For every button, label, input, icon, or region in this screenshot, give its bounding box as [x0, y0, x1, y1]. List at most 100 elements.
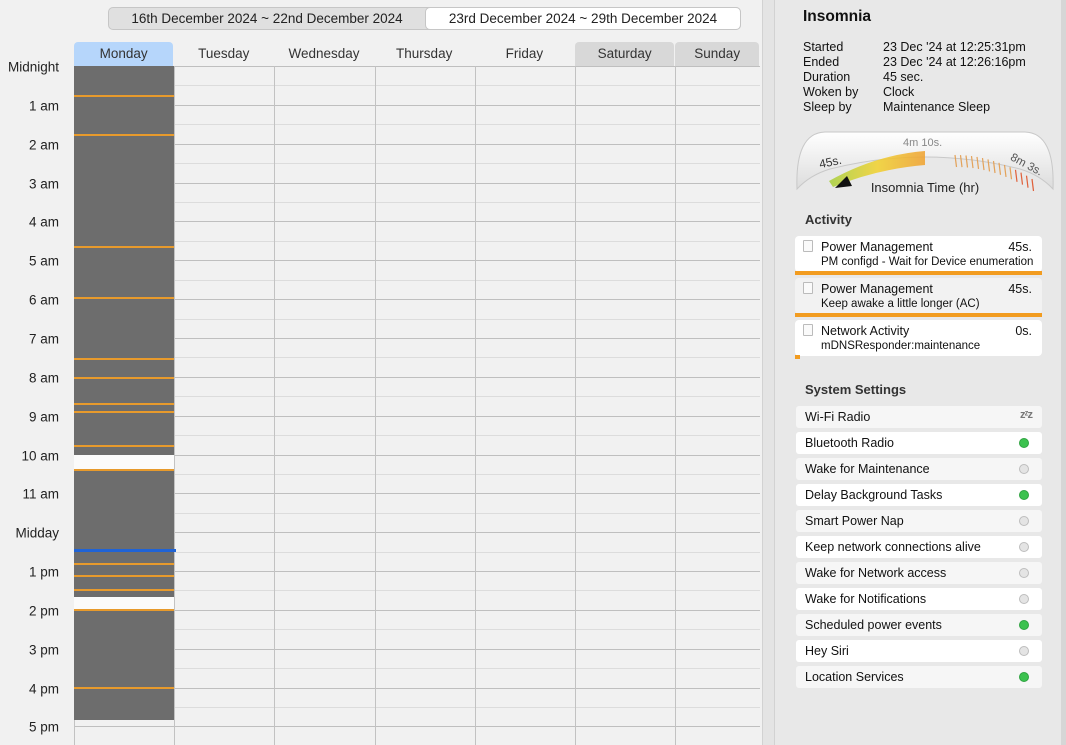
document-icon	[803, 282, 813, 294]
week-calendar: 16th December 2024 ~ 22nd December 2024 …	[0, 0, 762, 745]
setting-label: Wake for Network access	[805, 566, 947, 580]
status-on-icon	[1019, 672, 1029, 682]
wake-event-marker[interactable]	[74, 402, 174, 405]
setting-wake-for-maintenance: Wake for Maintenance	[796, 458, 1042, 480]
split-view-divider[interactable]	[762, 0, 775, 745]
hour-label: 1 pm	[28, 564, 59, 580]
hour-gridline	[74, 415, 760, 417]
day-header-sunday[interactable]: Sunday	[675, 42, 760, 66]
detail-row-duration: Duration 45 sec.	[803, 70, 923, 84]
wake-event-marker[interactable]	[74, 377, 174, 380]
wake-event-marker[interactable]	[74, 687, 174, 690]
status-off-icon	[1019, 646, 1029, 656]
hour-gridline	[74, 493, 760, 495]
week-grid[interactable]	[74, 66, 760, 745]
current-event-indicator[interactable]	[74, 549, 176, 553]
activity-duration: 0s.	[1015, 324, 1032, 338]
awake-period[interactable]	[74, 720, 174, 745]
day-header-thursday[interactable]: Thursday	[375, 42, 474, 66]
hour-gridline	[74, 726, 760, 728]
setting-wake-for-network-access: Wake for Network access	[796, 562, 1042, 584]
wake-event-marker[interactable]	[74, 411, 174, 414]
wake-event-marker[interactable]	[74, 297, 174, 300]
current-week-segment[interactable]: 23rd December 2024 ~ 29th December 2024	[425, 7, 741, 30]
half-hour-gridline	[74, 396, 760, 398]
day-column-divider	[575, 66, 576, 745]
wake-event-marker[interactable]	[74, 134, 174, 137]
wake-event-marker[interactable]	[74, 245, 174, 248]
detail-row-ended: Ended 23 Dec '24 at 12:26:16pm	[803, 55, 1026, 69]
hour-gridline	[74, 260, 760, 262]
activity-item[interactable]: Power Management 45s. PM configd - Wait fo…	[795, 236, 1042, 275]
detail-value: 23 Dec '24 at 12:26:16pm	[883, 55, 1026, 69]
half-hour-gridline	[74, 707, 760, 709]
activity-item[interactable]: Power Management 45s. Keep awake a little …	[795, 278, 1042, 317]
hour-label: 8 am	[28, 370, 59, 386]
hour-gridline	[74, 571, 760, 573]
activity-subtitle: PM configd - Wait for Device enumeration	[821, 256, 1034, 268]
hour-label: 7 am	[28, 331, 59, 347]
day-column-divider	[174, 66, 176, 745]
detail-value: 23 Dec '24 at 12:25:31pm	[883, 40, 1026, 54]
previous-week-segment[interactable]: 16th December 2024 ~ 22nd December 2024	[109, 8, 425, 29]
day-header-friday[interactable]: Friday	[475, 42, 574, 66]
activity-item[interactable]: Network Activity 0s. mDNSResponder:mainten…	[795, 320, 1042, 359]
hour-gridline	[74, 221, 760, 223]
day-header-monday[interactable]: Monday	[74, 42, 174, 66]
half-hour-gridline	[74, 512, 760, 514]
activity-title: Power Management	[821, 240, 933, 254]
status-off-icon	[1019, 464, 1029, 474]
status-off-icon	[1019, 516, 1029, 526]
activity-title: Network Activity	[821, 324, 910, 338]
half-hour-gridline	[74, 163, 760, 165]
week-selector[interactable]: 16th December 2024 ~ 22nd December 2024 …	[108, 7, 741, 30]
day-header-saturday[interactable]: Saturday	[575, 42, 675, 66]
wake-event-marker[interactable]	[74, 562, 174, 565]
detail-value: Clock	[883, 85, 915, 99]
detail-label: Woken by	[803, 85, 859, 99]
window-edge	[1061, 0, 1066, 745]
wake-event-marker[interactable]	[74, 445, 174, 448]
sleep-period[interactable]	[74, 609, 174, 720]
wake-event-marker[interactable]	[74, 575, 174, 578]
wake-event-marker[interactable]	[74, 469, 174, 472]
setting-wi-fi-radio: Wi-Fi Radio zᶻz	[796, 406, 1042, 428]
half-hour-gridline	[74, 279, 760, 281]
insomnia-time-gauge: 45s. 4m 10s. 8m 3s. Insomnia Time (hr)	[795, 131, 1055, 195]
half-hour-gridline	[74, 551, 760, 553]
day-header-tuesday[interactable]: Tuesday	[174, 42, 273, 66]
hour-label: 1 am	[28, 98, 59, 114]
hour-gridline	[74, 182, 760, 184]
hour-gridline	[74, 687, 760, 689]
status-on-icon	[1019, 620, 1029, 630]
setting-keep-network-connections-alive: Keep network connections alive	[796, 536, 1042, 558]
hour-label: 4 pm	[28, 681, 59, 697]
setting-scheduled-power-events: Scheduled power events	[796, 614, 1042, 636]
hour-gridline	[74, 376, 760, 378]
activity-subtitle: Keep awake a little longer (AC)	[821, 298, 980, 310]
hour-gridline	[74, 104, 760, 106]
half-hour-gridline	[74, 357, 760, 359]
details-panel: Insomnia Started 23 Dec '24 at 12:25:31pm…	[775, 0, 1061, 745]
status-on-icon	[1019, 438, 1029, 448]
hour-label: 5 am	[28, 253, 59, 269]
sleep-period[interactable]	[74, 66, 174, 455]
setting-label: Scheduled power events	[805, 618, 942, 632]
day-column-divider	[675, 66, 677, 745]
day-header-wednesday[interactable]: Wednesday	[274, 42, 373, 66]
setting-location-services: Location Services	[796, 666, 1042, 688]
wake-event-marker[interactable]	[74, 589, 174, 592]
setting-smart-power-nap: Smart Power Nap	[796, 510, 1042, 532]
wake-event-marker[interactable]	[74, 608, 174, 611]
wake-event-marker[interactable]	[74, 357, 174, 360]
document-icon	[803, 324, 813, 336]
hour-gridline	[74, 648, 760, 650]
hour-gridline	[74, 337, 760, 339]
sleep-period[interactable]	[74, 470, 174, 597]
half-hour-gridline	[74, 85, 760, 87]
setting-label: Hey Siri	[805, 644, 849, 658]
hour-label: Midnight	[7, 59, 59, 75]
wake-event-marker[interactable]	[74, 94, 174, 97]
detail-row-woken-by: Woken by Clock	[803, 85, 914, 99]
detail-row-sleep-by: Sleep by Maintenance Sleep	[803, 100, 990, 114]
